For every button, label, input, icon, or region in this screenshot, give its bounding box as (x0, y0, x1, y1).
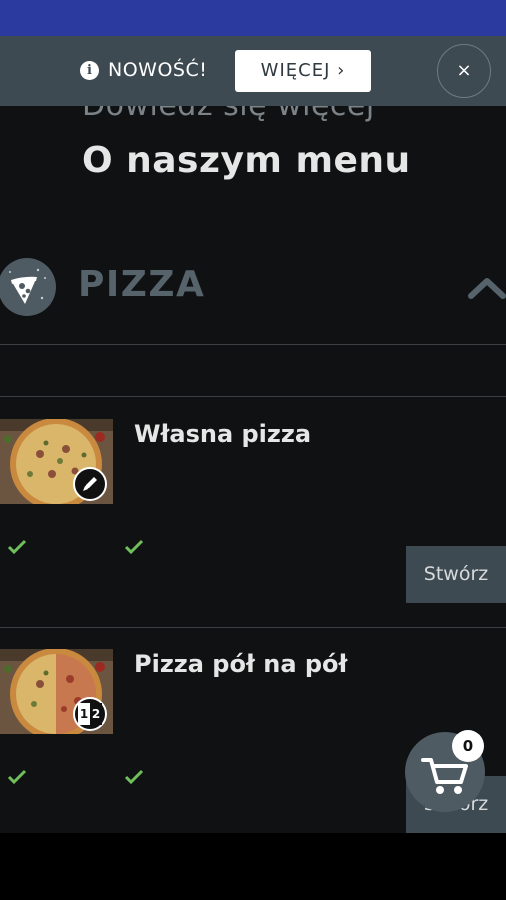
product-name: Własna pizza (134, 420, 312, 448)
check-icon (6, 768, 28, 786)
check-icon (6, 538, 28, 556)
close-icon: × (456, 60, 472, 81)
check-icon (123, 538, 145, 556)
divider (0, 344, 506, 345)
badge-digit: 1 (78, 703, 90, 725)
badge-digit: 2 (90, 703, 102, 725)
notice-bar: i NOWOŚĆ! WIĘCEJ › × (0, 36, 506, 106)
category-title[interactable]: PIZZA (78, 262, 205, 308)
pizza-slice-icon (0, 258, 56, 316)
chevron-up-icon[interactable] (468, 272, 506, 302)
info-icon: i (80, 61, 99, 80)
half-half-icon: 1 2 (73, 697, 107, 731)
pencil-icon (73, 467, 107, 501)
navigation-bar (0, 833, 506, 900)
app-screen: Dowiedz się więcej O naszym menu i NOWOŚ… (0, 0, 506, 900)
product-name: Pizza pół na pół (134, 650, 348, 678)
more-button[interactable]: WIĘCEJ › (235, 50, 371, 92)
close-button[interactable]: × (437, 44, 491, 98)
divider (0, 627, 506, 628)
cart-count-badge: 0 (452, 730, 484, 762)
check-icon (123, 768, 145, 786)
create-button[interactable]: Stwórz (406, 546, 506, 603)
product-image[interactable] (0, 419, 113, 504)
product-image[interactable]: 1 2 (0, 649, 113, 734)
status-bar (0, 0, 506, 36)
menu-title: O naszym menu (82, 140, 411, 181)
divider (0, 396, 506, 397)
notice-text: NOWOŚĆ! (108, 59, 208, 81)
